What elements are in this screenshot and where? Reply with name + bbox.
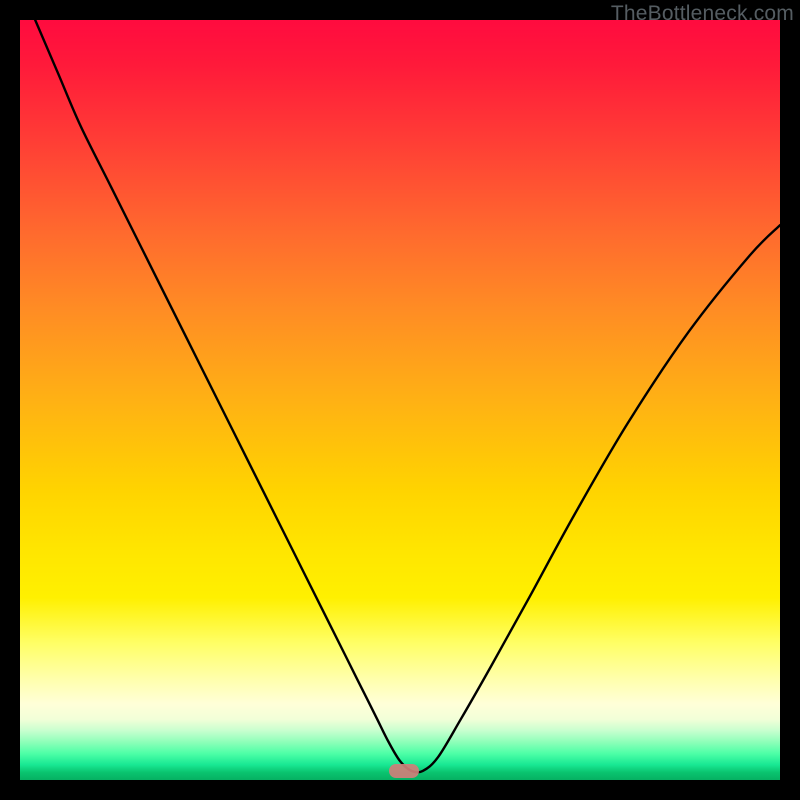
watermark-text: TheBottleneck.com — [611, 2, 794, 26]
chart-frame: TheBottleneck.com — [0, 0, 800, 800]
bottleneck-curve — [20, 20, 780, 780]
plot-area — [20, 20, 780, 780]
bottleneck-minimum-marker — [389, 764, 419, 778]
